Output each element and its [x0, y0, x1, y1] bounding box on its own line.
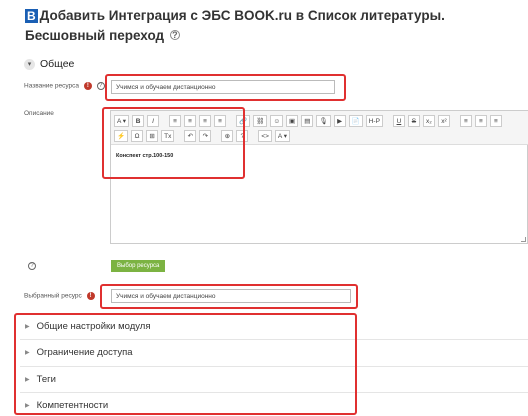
divider	[20, 339, 528, 340]
brand-logo: B	[25, 9, 38, 23]
selected-resource-label-text: Выбранный ресурс	[24, 292, 82, 300]
clear-format-button[interactable]: Tx	[161, 130, 175, 142]
bold-button[interactable]: B	[132, 115, 145, 127]
file-icon[interactable]: 📄	[348, 115, 363, 127]
indent-button[interactable]: ≡	[214, 115, 227, 127]
font-color-button[interactable]: A ▾	[274, 130, 290, 142]
section-general-label[interactable]: Общее	[40, 58, 74, 70]
section-general-header[interactable]: ▾ Общее	[24, 58, 74, 70]
required-icon: !	[83, 82, 92, 90]
emoticon-icon[interactable]: ☺	[270, 115, 284, 127]
h5p-button[interactable]: H-P	[365, 115, 383, 127]
section-label[interactable]: Теги	[37, 374, 56, 385]
section-module-settings[interactable]: ▶ Общие настройки модуля	[25, 321, 151, 332]
resource-name-input[interactable]: Учимся и обучаем дистанционно	[111, 80, 335, 94]
image-icon[interactable]: ▣	[286, 115, 299, 127]
divider	[20, 392, 528, 393]
help-icon[interactable]: ?	[169, 30, 180, 40]
chevron-down-icon[interactable]: ▾	[24, 58, 35, 70]
description-editor[interactable]: A ▾ B I ≡ ≡ ≡ ≡ 🔗 ⛓ ☺ ▣ ▤ 🎙 ▶ 📄 H-P U S …	[110, 110, 528, 244]
undo-icon[interactable]: ↶	[184, 130, 197, 142]
equation-icon[interactable]: ⚡	[114, 130, 129, 142]
section-label[interactable]: Ограничение доступа	[37, 347, 133, 358]
chevron-right-icon: ▶	[25, 324, 30, 330]
superscript-button[interactable]: x²	[437, 115, 450, 127]
accessibility-icon[interactable]: ⊕	[221, 130, 234, 142]
help-icon[interactable]: ?	[236, 130, 249, 142]
toolbar-row-2: ⚡ Ω ⊞ Tx ↶ ↷ ⊕ ? <> A ▾	[114, 130, 290, 142]
html-source-button[interactable]: <>	[258, 130, 272, 142]
required-icon: !	[86, 292, 95, 300]
section-tags[interactable]: ▶ Теги	[25, 374, 56, 385]
subscript-button[interactable]: x₂	[422, 115, 435, 127]
unlink-icon[interactable]: ⛓	[253, 115, 268, 127]
align-right-button[interactable]: ≡	[489, 115, 502, 127]
section-access-restriction[interactable]: ▶ Ограничение доступа	[25, 347, 133, 358]
video-icon[interactable]: ▶	[333, 115, 346, 127]
underline-button[interactable]: U	[392, 115, 405, 127]
special-char-icon[interactable]: Ω	[131, 130, 144, 142]
unordered-list-button[interactable]: ≡	[169, 115, 182, 127]
chevron-right-icon: ▶	[25, 350, 30, 356]
font-style-button[interactable]: A ▾	[114, 115, 130, 127]
italic-button[interactable]: I	[147, 115, 160, 127]
align-left-button[interactable]: ≡	[459, 115, 472, 127]
align-center-button[interactable]: ≡	[474, 115, 487, 127]
selected-resource-label: Выбранный ресурс !	[24, 292, 95, 300]
description-label: Описание	[24, 110, 54, 117]
toolbar-row-1: A ▾ B I ≡ ≡ ≡ ≡ 🔗 ⛓ ☺ ▣ ▤ 🎙 ▶ 📄 H-P U S …	[114, 115, 502, 127]
section-label[interactable]: Общие настройки модуля	[37, 321, 151, 332]
resize-handle[interactable]	[521, 237, 526, 242]
divider	[20, 366, 528, 367]
resource-name-label: Название ресурса ! ?	[24, 82, 105, 90]
selected-resource-input[interactable]: Учимся и обучаем дистанционно	[111, 289, 351, 303]
strikethrough-button[interactable]: S	[407, 115, 420, 127]
page-title-text: Добавить Интеграция с ЭБС BOOK.ru в Спис…	[25, 8, 445, 43]
outdent-button[interactable]: ≡	[199, 115, 212, 127]
section-label[interactable]: Компетентности	[37, 400, 109, 411]
chevron-right-icon: ▶	[25, 403, 30, 409]
media-icon[interactable]: ▤	[301, 115, 314, 127]
section-competencies[interactable]: ▶ Компетентности	[25, 400, 108, 411]
microphone-icon[interactable]: 🎙	[316, 115, 331, 127]
resource-name-label-text: Название ресурса	[24, 82, 79, 90]
editor-content-text[interactable]: Конспект стр.100-150	[116, 153, 173, 159]
chevron-right-icon: ▶	[25, 377, 30, 383]
help-icon[interactable]: ?	[28, 262, 36, 270]
page-title: B Добавить Интеграция с ЭБС BOOK.ru в Спи…	[25, 6, 525, 46]
ordered-list-button[interactable]: ≡	[184, 115, 197, 127]
editor-toolbar: A ▾ B I ≡ ≡ ≡ ≡ 🔗 ⛓ ☺ ▣ ▤ 🎙 ▶ 📄 H-P U S …	[111, 111, 528, 145]
link-icon[interactable]: 🔗	[236, 115, 251, 127]
table-icon[interactable]: ⊞	[146, 130, 159, 142]
choose-resource-button[interactable]: Выбор ресурса	[111, 260, 166, 272]
redo-icon[interactable]: ↷	[199, 130, 212, 142]
help-icon[interactable]: ?	[96, 82, 105, 90]
